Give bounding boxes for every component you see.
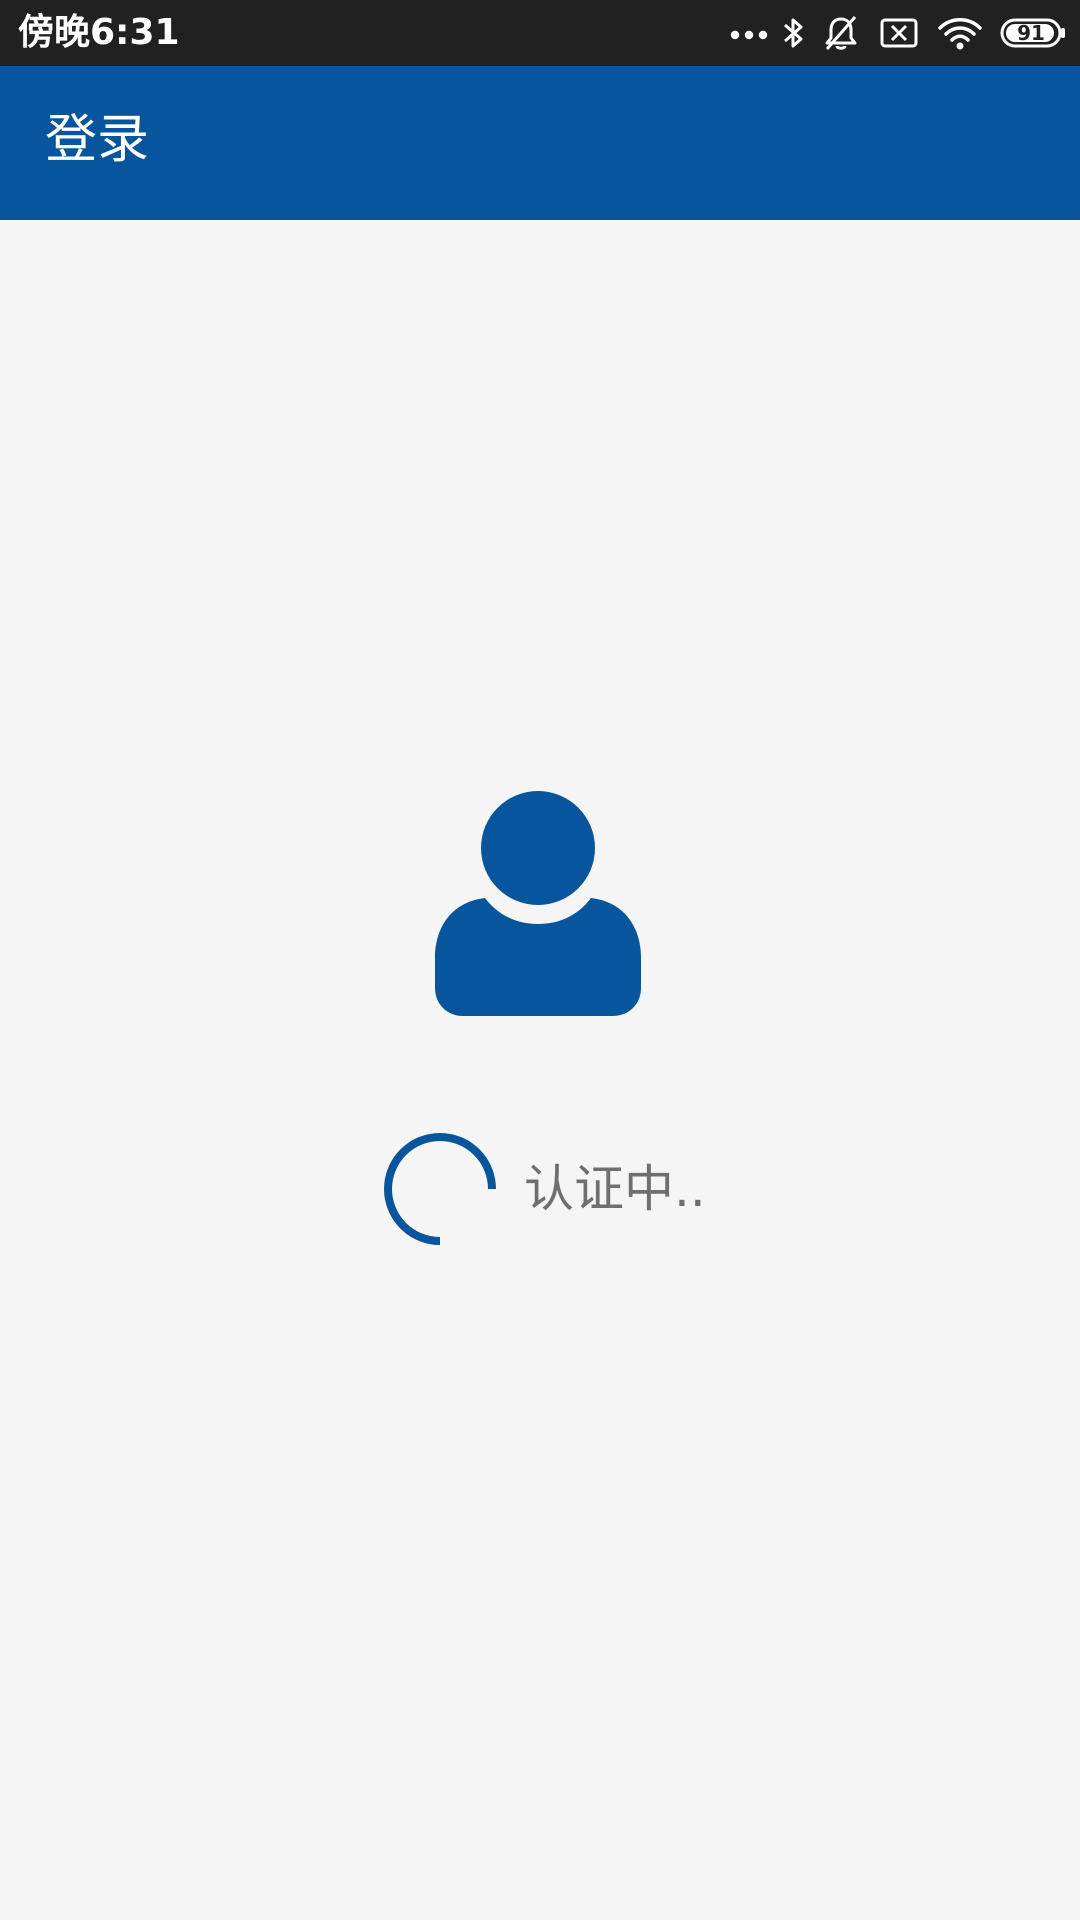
page-title: 登录 bbox=[45, 110, 150, 170]
battery-level: 91 bbox=[1017, 21, 1045, 45]
status-icons: 91 bbox=[730, 10, 1066, 56]
battery-icon: 91 bbox=[1000, 18, 1066, 48]
wifi-icon bbox=[938, 16, 982, 50]
bluetooth-icon bbox=[782, 15, 806, 51]
status-bar: 傍晚6:31 91 bbox=[0, 0, 1080, 66]
status-time: 傍晚6:31 bbox=[18, 12, 180, 53]
app-bar: 登录 bbox=[0, 66, 1080, 220]
loading-spinner-icon bbox=[384, 1133, 496, 1245]
notifications-off-icon bbox=[824, 15, 858, 51]
sim-disabled-icon bbox=[880, 18, 918, 48]
more-dots-icon bbox=[730, 26, 768, 40]
user-avatar-icon bbox=[433, 790, 643, 1018]
loading-text: 认证中.. bbox=[524, 1160, 706, 1218]
